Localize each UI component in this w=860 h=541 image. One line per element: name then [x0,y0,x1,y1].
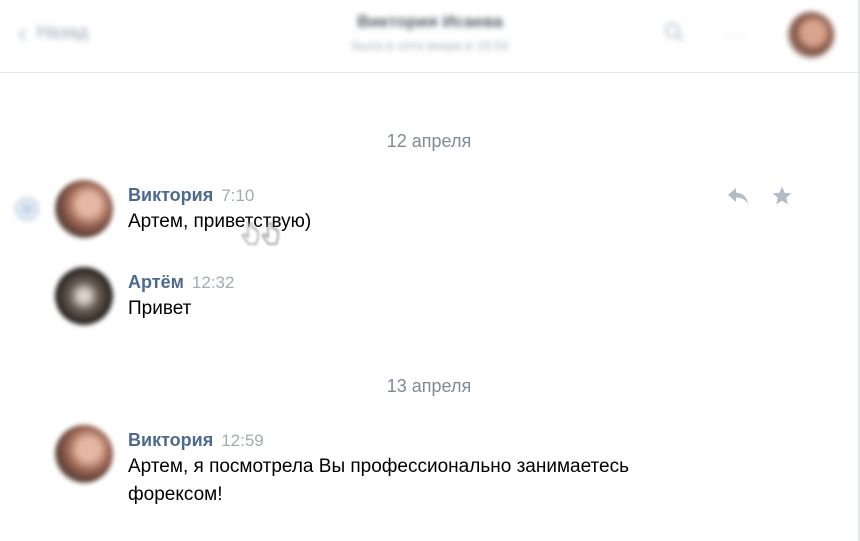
hand-cursor-icon [242,222,279,245]
chat-window: ‹ Назад Виктория Исаева была в сети вчер… [0,0,860,541]
search-icon[interactable] [664,22,684,42]
star-icon[interactable] [771,185,793,207]
message-author[interactable]: Артём [128,272,184,292]
chat-title[interactable]: Виктория Исаева была в сети вчера в 19:5… [300,12,560,53]
date-separator: 12 апреля [386,131,472,151]
message-author[interactable]: Виктория [128,430,213,450]
chat-status: была в сети вчера в 19:54 [351,38,509,53]
chat-name: Виктория Исаева [357,12,503,31]
message-header: Виктория 12:59 [128,430,264,451]
date-separator: 13 апреля [386,376,472,396]
avatar[interactable] [55,267,113,325]
avatar[interactable] [55,180,113,238]
chevron-left-icon: ‹ [18,17,27,48]
message-text: Артем, приветствую) [128,211,312,232]
message-header: Артём 12:32 [128,272,234,293]
reply-icon[interactable] [726,186,750,206]
unread-indicator [14,196,40,222]
message-header: Виктория 7:10 [128,185,254,206]
message-time[interactable]: 7:10 [221,186,254,205]
message-time[interactable]: 12:59 [221,431,264,450]
message-text: Привет [128,298,192,319]
back-label: Назад [36,22,89,42]
message-time[interactable]: 12:32 [192,273,235,292]
header-avatar[interactable] [788,12,834,58]
avatar[interactable] [55,425,113,483]
message-text: Артем, я посмотрела Вы профессионально з… [128,456,629,505]
message-author[interactable]: Виктория [128,185,213,205]
more-icon[interactable]: ··· [722,24,748,47]
back-button[interactable]: ‹ Назад [18,17,89,48]
chat-header: ‹ Назад Виктория Исаева была в сети вчер… [0,0,858,73]
